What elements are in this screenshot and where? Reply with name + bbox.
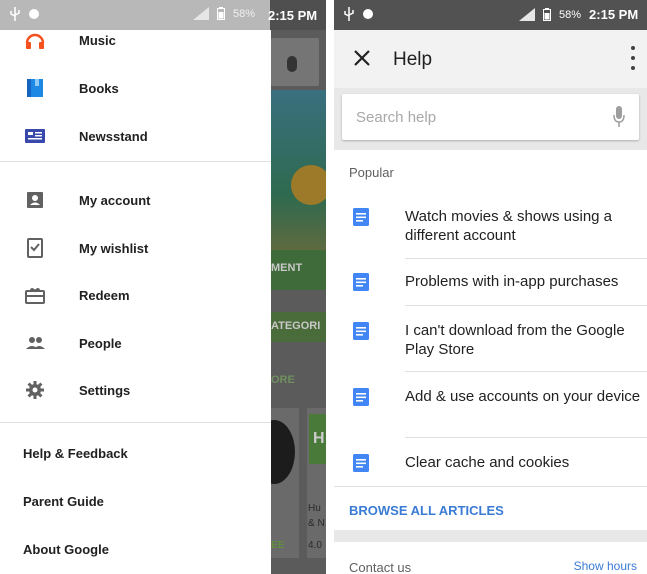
drawer-item-settings[interactable]: Settings <box>0 370 271 410</box>
gear-icon <box>24 379 46 401</box>
battery-icon <box>543 8 551 21</box>
article-title: Add & use accounts on your device <box>405 388 641 405</box>
status-bar: 58% 2:15 PM <box>334 0 647 30</box>
signal-icon <box>519 8 535 21</box>
help-toolbar: Help <box>334 30 647 88</box>
background-banner: ore <box>271 90 326 267</box>
browse-all-articles-button[interactable]: BROWSE ALL ARTICLES <box>349 503 504 518</box>
close-icon[interactable] <box>352 48 372 68</box>
headphones-icon <box>24 29 46 51</box>
drawer-divider <box>0 422 271 423</box>
article-item[interactable]: I can't download from the Google Play St… <box>334 306 647 371</box>
drawer-item-books[interactable]: Books <box>0 68 271 108</box>
page-title: Help <box>393 49 433 70</box>
article-title: Clear cache and cookies <box>405 454 570 471</box>
notification-icon <box>29 9 39 19</box>
mic-icon[interactable] <box>613 106 625 128</box>
drawer-item-people[interactable]: People <box>0 323 271 363</box>
battery-icon <box>217 7 225 20</box>
battery-percentage: 58% <box>233 7 256 20</box>
notification-icon <box>363 9 373 19</box>
article-title: Problems with in-app purchases <box>405 273 619 290</box>
status-time: 2:15 PM <box>589 7 639 22</box>
drawer-item-my-account[interactable]: My account <box>0 180 271 220</box>
book-icon <box>24 77 46 99</box>
status-time: 2:15 PM <box>268 8 318 23</box>
help-feedback-link[interactable]: Help & Feedback <box>23 446 128 461</box>
signal-icon <box>193 7 209 20</box>
drawer-item-label: Redeem <box>79 287 130 303</box>
article-divider <box>334 486 647 487</box>
usb-icon <box>344 7 354 21</box>
document-icon <box>353 322 369 340</box>
newsstand-icon <box>24 125 46 147</box>
people-icon <box>24 332 46 354</box>
drawer-item-my-wishlist[interactable]: My wishlist <box>0 228 271 268</box>
document-icon <box>353 208 369 226</box>
navigation-drawer: Music Books Newsstand My account My wish… <box>0 30 271 574</box>
show-hours-link[interactable]: Show hours <box>574 559 637 573</box>
account-box-icon <box>24 189 46 211</box>
article-item[interactable]: Problems with in-app purchases <box>334 259 647 304</box>
battery-percentage: 58% <box>559 8 582 21</box>
article-item[interactable]: Add & use accounts on your device <box>334 372 647 437</box>
drawer-item-label: My wishlist <box>79 240 149 256</box>
drawer-item-label: Newsstand <box>79 128 148 144</box>
document-icon <box>353 454 369 472</box>
search-placeholder: Search help <box>356 109 437 126</box>
popular-heading: Popular <box>349 165 394 180</box>
search-input[interactable]: Search help <box>342 94 639 140</box>
article-title: I can't download from the Google Play St… <box>405 322 625 358</box>
right-screen: 58% 2:15 PM Help Search help Popular Wat… <box>334 0 647 574</box>
mic-icon <box>287 56 297 72</box>
section-separator <box>334 530 647 542</box>
search-area: Search help <box>334 88 647 150</box>
parent-guide-link[interactable]: Parent Guide <box>23 494 104 509</box>
left-screen: 58% 2:15 PM ore MENT ATEGORI ORE H Hu & … <box>0 0 326 574</box>
article-item[interactable]: Clear cache and cookies <box>334 438 647 486</box>
drawer-item-redeem[interactable]: Redeem <box>0 275 271 315</box>
drawer-item-newsstand[interactable]: Newsstand <box>0 116 271 156</box>
drawer-item-music[interactable]: Music <box>0 20 271 60</box>
drawer-item-label: Settings <box>79 382 131 398</box>
background-store-content: ore MENT ATEGORI ORE H Hu & N 4.0 EE <box>271 30 326 574</box>
more-options-icon[interactable] <box>627 46 639 70</box>
document-icon <box>353 273 369 291</box>
article-title: Watch movies & shows using a different a… <box>405 208 613 244</box>
document-icon <box>353 388 369 406</box>
drawer-item-label: Music <box>79 32 116 48</box>
redeem-icon <box>24 284 46 306</box>
contact-us-heading: Contact us <box>349 560 412 574</box>
wishlist-icon <box>24 237 46 259</box>
drawer-item-label: My account <box>79 192 151 208</box>
about-google-link[interactable]: About Google <box>23 542 109 557</box>
article-item[interactable]: Watch movies & shows using a different a… <box>334 198 647 258</box>
drawer-item-label: Books <box>79 80 119 96</box>
drawer-item-label: People <box>79 335 122 351</box>
usb-icon <box>10 7 20 21</box>
drawer-divider <box>0 161 271 162</box>
